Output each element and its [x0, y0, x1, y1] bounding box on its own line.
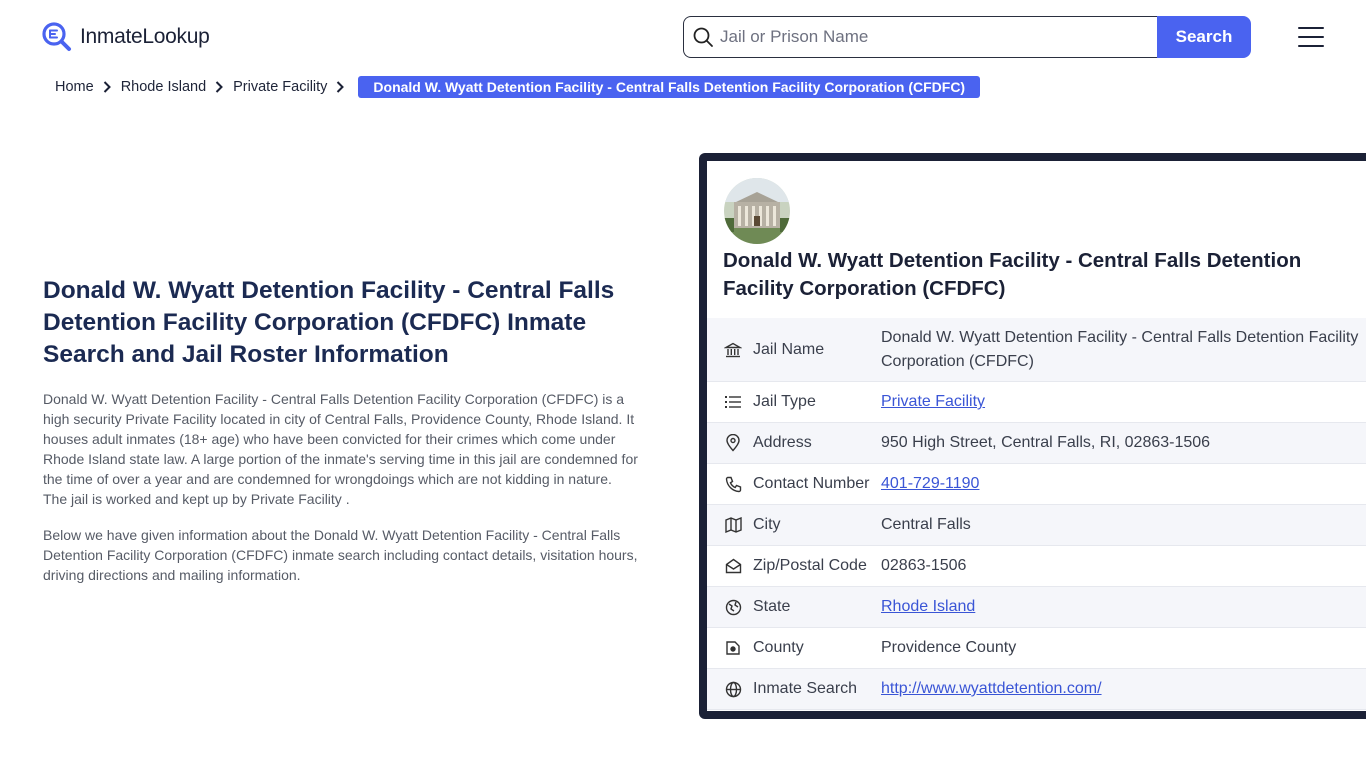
hamburger-menu-icon[interactable]	[1298, 27, 1324, 47]
detail-value: 950 High Street, Central Falls, RI, 0286…	[881, 434, 1211, 451]
detail-value: 02863-1506	[881, 557, 967, 574]
mail-open-icon	[707, 558, 753, 574]
breadcrumb-state[interactable]: Rhode Island	[121, 79, 206, 95]
detail-row-contact-number: Contact Number 401-729-1190	[707, 464, 1366, 505]
info-paragraph: Below we have given information about th…	[43, 527, 638, 583]
search-bar: Search	[683, 16, 1251, 58]
intro-section: Donald W. Wyatt Detention Facility - Cen…	[43, 275, 643, 585]
detail-row-jail-name: Jail Name Donald W. Wyatt Detention Faci…	[707, 318, 1366, 382]
breadcrumb-type[interactable]: Private Facility	[233, 79, 327, 95]
map-icon	[707, 517, 753, 533]
detail-value: Providence County	[881, 639, 1017, 656]
detail-row-address: Address 950 High Street, Central Falls, …	[707, 423, 1366, 464]
intro-paragraph: Donald W. Wyatt Detention Facility - Cen…	[43, 391, 638, 507]
search-input[interactable]	[720, 27, 1140, 47]
detail-label: Inmate Search	[753, 680, 858, 697]
detail-row-county: County Providence County	[707, 628, 1366, 669]
bank-icon	[707, 341, 753, 359]
logo-text: InmateLookup	[80, 25, 210, 48]
facility-photo	[724, 178, 790, 244]
detail-label: Address	[753, 434, 812, 451]
jail-type-link[interactable]: Private Facility	[881, 393, 985, 410]
card-title: Donald W. Wyatt Detention Facility - Cen…	[723, 249, 1302, 300]
detail-label: State	[753, 598, 791, 615]
site-logo[interactable]: InmateLookup	[42, 22, 210, 52]
detail-row-state: State Rhode Island	[707, 587, 1366, 628]
search-field[interactable]	[683, 16, 1157, 58]
detail-value: Central Falls	[881, 516, 971, 533]
detail-row-zip: Zip/Postal Code 02863-1506	[707, 546, 1366, 587]
breadcrumb: Home Rhode Island Private Facility Donal…	[55, 76, 981, 98]
inmate-search-link[interactable]: http://www.wyattdetention.com/	[881, 680, 1102, 697]
detail-row-city: City Central Falls	[707, 505, 1366, 546]
state-link[interactable]: Rhode Island	[881, 598, 975, 615]
page-title: Donald W. Wyatt Detention Facility - Cen…	[43, 277, 615, 368]
list-icon	[707, 395, 753, 409]
chevron-right-icon	[215, 81, 224, 93]
detail-value: Donald W. Wyatt Detention Facility - Cen…	[881, 328, 1359, 370]
world-icon	[707, 681, 753, 698]
search-button[interactable]: Search	[1157, 16, 1251, 58]
facility-card: Donald W. Wyatt Detention Facility - Cen…	[699, 153, 1366, 719]
chevron-right-icon	[336, 81, 345, 93]
chevron-right-icon	[103, 81, 111, 93]
detail-label: City	[753, 516, 781, 533]
detail-label: Zip/Postal Code	[753, 557, 867, 574]
phone-icon	[707, 476, 753, 493]
contact-number-link[interactable]: 401-729-1190	[881, 475, 979, 492]
detail-row-jail-type: Jail Type Private Facility	[707, 382, 1366, 423]
detail-label: Jail Name	[753, 340, 825, 358]
detail-label: Jail Type	[753, 393, 816, 410]
search-icon	[693, 27, 713, 47]
detail-row-inmate-search: Inmate Search http://www.wyattdetention.…	[707, 669, 1366, 710]
breadcrumb-home[interactable]: Home	[55, 79, 94, 95]
breadcrumb-current: Donald W. Wyatt Detention Facility - Cen…	[358, 76, 981, 98]
county-map-icon	[707, 640, 753, 656]
globe-compass-icon	[707, 599, 753, 616]
map-pin-icon	[707, 434, 753, 452]
detail-label: County	[753, 639, 804, 656]
detail-label: Contact Number	[753, 475, 870, 492]
logo-magnifier-icon	[42, 22, 72, 52]
facility-details-table: Jail Name Donald W. Wyatt Detention Faci…	[707, 318, 1366, 710]
